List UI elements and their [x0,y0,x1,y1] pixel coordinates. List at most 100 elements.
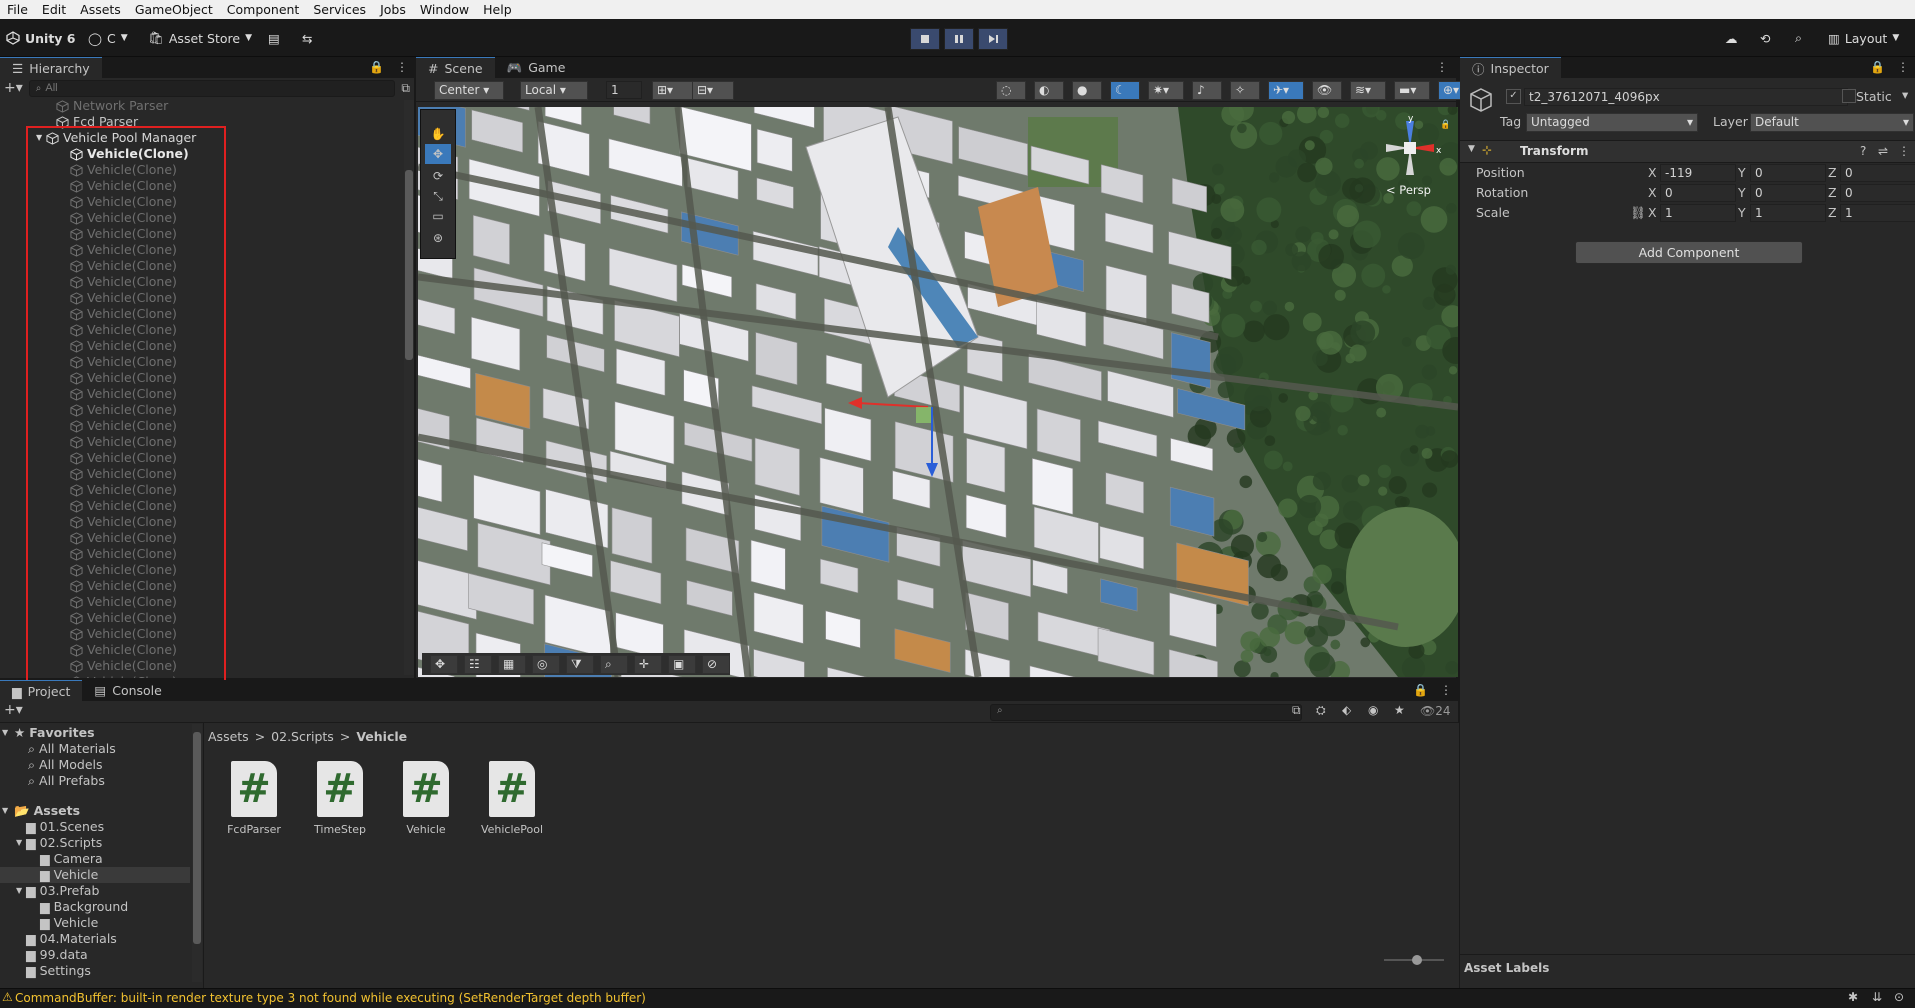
kebab-menu-icon[interactable]: ⋮ [1897,60,1909,74]
tag-dropdown[interactable]: Untagged ▾ [1526,113,1698,132]
fx-icon[interactable]: ✧ [1230,81,1260,100]
scene-orientation-gizmo[interactable]: x y 🔒 < Persp [1378,113,1451,203]
lighting-toggle-icon[interactable]: ☾ [1110,81,1140,100]
menu-item-edit[interactable]: Edit [35,2,73,17]
rotation-y-field[interactable]: 0 [1750,184,1826,202]
axis-label-y[interactable]: Y [1738,205,1746,220]
icon-size-slider[interactable] [1384,955,1444,965]
menu-item-window[interactable]: Window [413,2,476,17]
filter-type-icon[interactable]: ⛭ [1316,703,1326,718]
folder-item[interactable]: ▼ ▆ 03.Prefab [0,883,190,899]
pivot-rotation-dropdown[interactable]: Local ▾ [520,81,588,100]
overlay-compass-icon[interactable]: ⊘ [702,654,730,674]
kebab-menu-icon[interactable]: ⋮ [396,60,408,74]
menu-item-jobs[interactable]: Jobs [373,2,413,17]
tab-inspector[interactable]: ⓘ Inspector [1460,57,1561,78]
status-check-icon[interactable]: ⊙ [1894,990,1904,1004]
kebab-menu-icon[interactable]: ⋮ [1440,683,1452,697]
folder-item[interactable]: ▆ Vehicle [0,915,190,931]
tab-console[interactable]: ▤ Console [82,680,174,701]
scale-y-field[interactable]: 1 [1750,204,1826,222]
projection-label[interactable]: < Persp [1386,183,1431,197]
overlay-align-icon[interactable]: ☷ [464,654,492,674]
menu-item-gameobject[interactable]: GameObject [128,2,220,17]
hierarchy-search-input[interactable] [45,82,326,94]
script-asset[interactable]: # FcdParser [224,761,284,836]
pause-button[interactable] [944,28,974,50]
asset-store-button[interactable]: 🛍 Asset Store ▼ [148,27,252,49]
hand-tool-icon[interactable]: ✋ [425,124,451,144]
version-control-icon[interactable]: ⇆ [302,27,312,49]
folder-item[interactable]: ▼ ▆ 02.Scripts [0,835,190,851]
transform-header[interactable]: ▼ ⊹ Transform ? ⇌ ⋮ [1460,140,1915,163]
foldout-arrow-icon[interactable]: ▼ [2,725,14,741]
search-icon[interactable]: ⌕ [1795,27,1802,49]
progress-icon[interactable]: ⇊ [1872,990,1882,1004]
draw-mode-shaded-icon[interactable]: ● [1072,81,1102,100]
assets-header[interactable]: ▼ 📂 Assets [0,803,190,819]
add-icon[interactable]: +▾ [4,702,23,718]
status-message[interactable]: CommandBuffer: built-in render texture t… [15,991,646,1005]
favorite-item[interactable]: ⌕ All Materials [0,741,190,757]
overlay-move-icon[interactable]: ✥ [430,654,458,674]
filter-label-icon[interactable]: ⬖ [1342,703,1351,717]
account-button[interactable]: Unity 6 [6,27,76,49]
hidden-packages-count[interactable]: 👁24 [1420,704,1451,718]
overlay-layers-icon[interactable]: ⧩ [566,654,594,674]
foldout-arrow-icon[interactable]: ▼ [2,803,14,819]
axis-label-x[interactable]: X [1648,165,1657,180]
rotate-tool-icon[interactable]: ⟳ [425,166,451,186]
cloud-icon[interactable]: ☁ [1725,27,1738,49]
camera-icon[interactable]: ▬▾ [1394,81,1430,100]
tab-game[interactable]: 🎮 Game [494,57,578,78]
breadcrumb-item[interactable]: 02.Scripts [271,729,334,744]
script-asset[interactable]: # VehiclePool [481,761,543,836]
scale-tool-icon[interactable]: ⤡ [425,186,451,206]
grid-size-field[interactable]: 1 [606,81,642,99]
project-tree-scrollbar[interactable] [192,724,202,982]
preset-icon[interactable]: ⇌ [1878,144,1888,158]
overlay-camera-icon[interactable]: ▣ [668,654,696,674]
position-y-field[interactable]: 0 [1750,164,1826,182]
layout-dropdown[interactable]: ▥ Layout ▼ [1828,27,1899,49]
object-name-field[interactable]: t2_37612071_4096px [1524,88,1848,106]
overlay-zoom-icon[interactable]: ⌕ [600,654,628,674]
axis-label-z[interactable]: Z [1828,185,1837,200]
position-x-field[interactable]: -119 [1660,164,1736,182]
tab-project[interactable]: ▆ Project [0,680,83,701]
script-asset[interactable]: # TimeStep [310,761,370,836]
search-by-type-icon[interactable]: ⧉ [1292,703,1301,718]
grid-snap-dropdown[interactable]: ⊞▾ [652,81,694,100]
move-tool-icon[interactable]: ✥ [425,144,451,164]
lock-icon[interactable]: 🔒 [369,60,384,74]
draw-mode-shadedwire-icon[interactable]: ◐ [1034,81,1064,100]
folder-item[interactable]: ▆ Settings [0,963,190,979]
hierarchy-scrollbar[interactable] [404,100,414,675]
history-icon[interactable]: ⟲ [1760,27,1770,49]
project-search-input[interactable]: ⌕ [990,704,1302,721]
scale-z-field[interactable]: 1 [1840,204,1915,222]
menu-item-file[interactable]: File [0,2,35,17]
lock-icon[interactable]: 🔒 [1413,683,1428,697]
foldout-arrow-icon[interactable]: ▼ [1468,144,1475,154]
rect-tool-icon[interactable]: ▭ [425,206,451,226]
breadcrumb-item[interactable]: Assets [208,729,249,744]
kebab-menu-icon[interactable]: ⋮ [1436,60,1448,74]
list-item[interactable]: Network Parser [0,98,406,114]
axis-label-x[interactable]: X [1648,205,1657,220]
effects-icon[interactable]: ✷▾ [1148,81,1184,100]
axis-label-z[interactable]: Z [1828,205,1837,220]
draw-mode-wire-icon[interactable]: ◌ [996,81,1026,100]
gizmo-toggle-icon[interactable]: ✈▾ [1268,81,1304,100]
help-icon[interactable]: ? [1860,144,1866,158]
foldout-arrow-icon[interactable]: ▼ [16,883,26,899]
axis-label-x[interactable]: X [1648,185,1657,200]
increment-snap-dropdown[interactable]: ⊟▾ [692,81,734,100]
static-dropdown-icon[interactable]: ▾ [1902,87,1908,102]
script-asset[interactable]: # Vehicle [396,761,456,836]
package-icon[interactable]: ▤ [268,27,280,49]
constrain-proportions-icon[interactable]: ⛓ [1630,205,1646,221]
lock-icon[interactable]: 🔒 [1870,60,1885,74]
static-checkbox[interactable] [1842,89,1856,103]
menu-item-assets[interactable]: Assets [73,2,128,17]
